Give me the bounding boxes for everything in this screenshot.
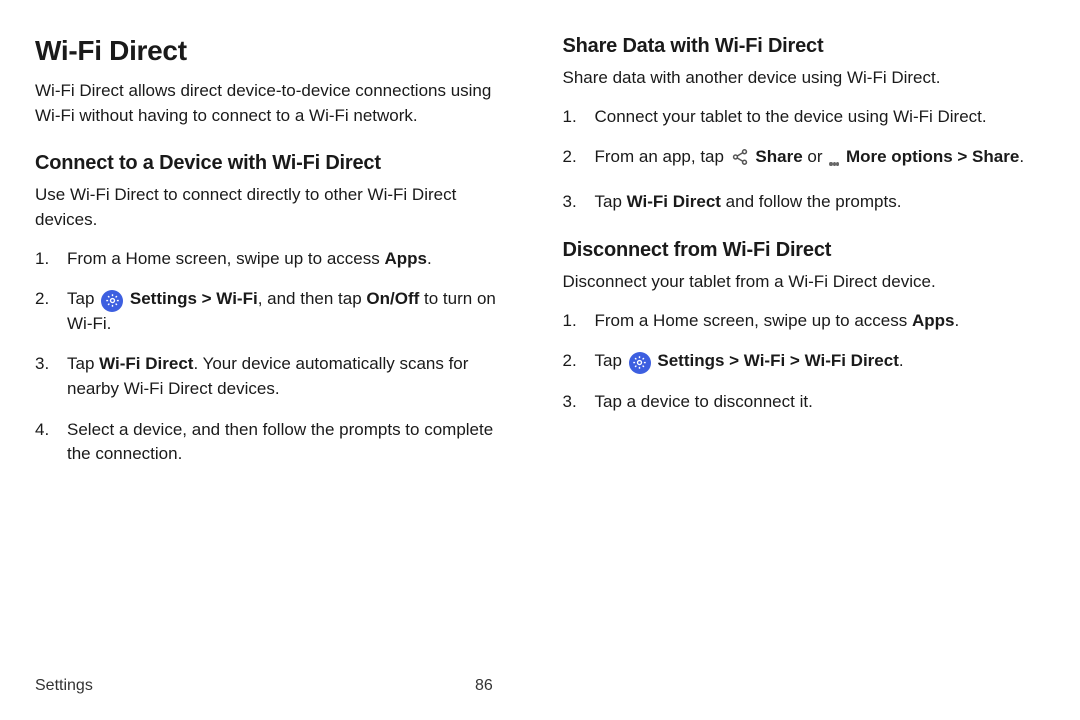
wifi-direct-label: Wi-Fi Direct: [99, 354, 193, 373]
list-item: From an app, tap Share or More options >…: [563, 145, 1041, 174]
intro-text: Wi-Fi Direct allows direct device-to-dev…: [35, 79, 513, 128]
step-text: , and then tap: [258, 289, 367, 308]
more-options-icon: [829, 154, 839, 174]
disconnect-intro: Disconnect your tablet from a Wi-Fi Dire…: [563, 270, 1041, 295]
settings-icon: [629, 352, 651, 374]
step-text: Tap: [595, 192, 627, 211]
page-footer: Settings 86: [35, 677, 1035, 695]
settings-wifi-direct-label: Settings > Wi-Fi > Wi-Fi Direct: [657, 351, 899, 370]
step-text: From a Home screen, swipe up to access: [595, 311, 912, 330]
footer-page-number: 86: [475, 677, 493, 695]
step-text: Connect your tablet to the device using …: [595, 107, 987, 126]
disconnect-heading: Disconnect from Wi-Fi Direct: [563, 239, 1041, 262]
connect-intro: Use Wi-Fi Direct to connect directly to …: [35, 183, 513, 232]
step-text: or: [803, 147, 828, 166]
share-label: Share: [755, 147, 802, 166]
footer-section: Settings: [35, 677, 93, 694]
share-heading: Share Data with Wi-Fi Direct: [563, 35, 1041, 58]
page-title: Wi-Fi Direct: [35, 35, 513, 67]
step-text: .: [427, 249, 432, 268]
step-text: Tap: [67, 289, 99, 308]
list-item: From a Home screen, swipe up to access A…: [563, 309, 1041, 334]
list-item: From a Home screen, swipe up to access A…: [35, 247, 513, 272]
step-text: Tap a device to disconnect it.: [595, 392, 813, 411]
connect-steps: From a Home screen, swipe up to access A…: [35, 247, 513, 467]
apps-label: Apps: [384, 249, 427, 268]
step-text: Tap: [67, 354, 99, 373]
wifi-direct-label: Wi-Fi Direct: [627, 192, 721, 211]
list-item: Tap a device to disconnect it.: [563, 390, 1041, 415]
step-text: Select a device, and then follow the pro…: [67, 420, 493, 464]
apps-label: Apps: [912, 311, 955, 330]
settings-icon: [101, 290, 123, 312]
disconnect-steps: From a Home screen, swipe up to access A…: [563, 309, 1041, 415]
left-column: Wi-Fi Direct Wi-Fi Direct allows direct …: [35, 35, 513, 483]
step-text: and follow the prompts.: [721, 192, 901, 211]
list-item: Select a device, and then follow the pro…: [35, 418, 513, 467]
list-item: Tap Wi-Fi Direct. Your device automatica…: [35, 352, 513, 401]
list-item: Connect your tablet to the device using …: [563, 105, 1041, 130]
share-steps: Connect your tablet to the device using …: [563, 105, 1041, 215]
list-item: Tap Settings > Wi-Fi, and then tap On/Of…: [35, 287, 513, 336]
step-text: .: [1019, 147, 1024, 166]
content-columns: Wi-Fi Direct Wi-Fi Direct allows direct …: [35, 35, 1040, 483]
onoff-label: On/Off: [366, 289, 419, 308]
list-item: Tap Wi-Fi Direct and follow the prompts.: [563, 190, 1041, 215]
right-column: Share Data with Wi-Fi Direct Share data …: [563, 35, 1041, 483]
connect-heading: Connect to a Device with Wi-Fi Direct: [35, 152, 513, 175]
list-item: Tap Settings > Wi-Fi > Wi-Fi Direct.: [563, 349, 1041, 374]
settings-wifi-label: Settings > Wi-Fi: [130, 289, 258, 308]
share-icon: [731, 148, 749, 166]
step-text: From an app, tap: [595, 147, 729, 166]
more-options-share-label: More options > Share: [846, 147, 1019, 166]
step-text: .: [899, 351, 904, 370]
step-text: Tap: [595, 351, 627, 370]
step-text: From a Home screen, swipe up to access: [67, 249, 384, 268]
share-intro: Share data with another device using Wi-…: [563, 66, 1041, 91]
step-text: .: [954, 311, 959, 330]
